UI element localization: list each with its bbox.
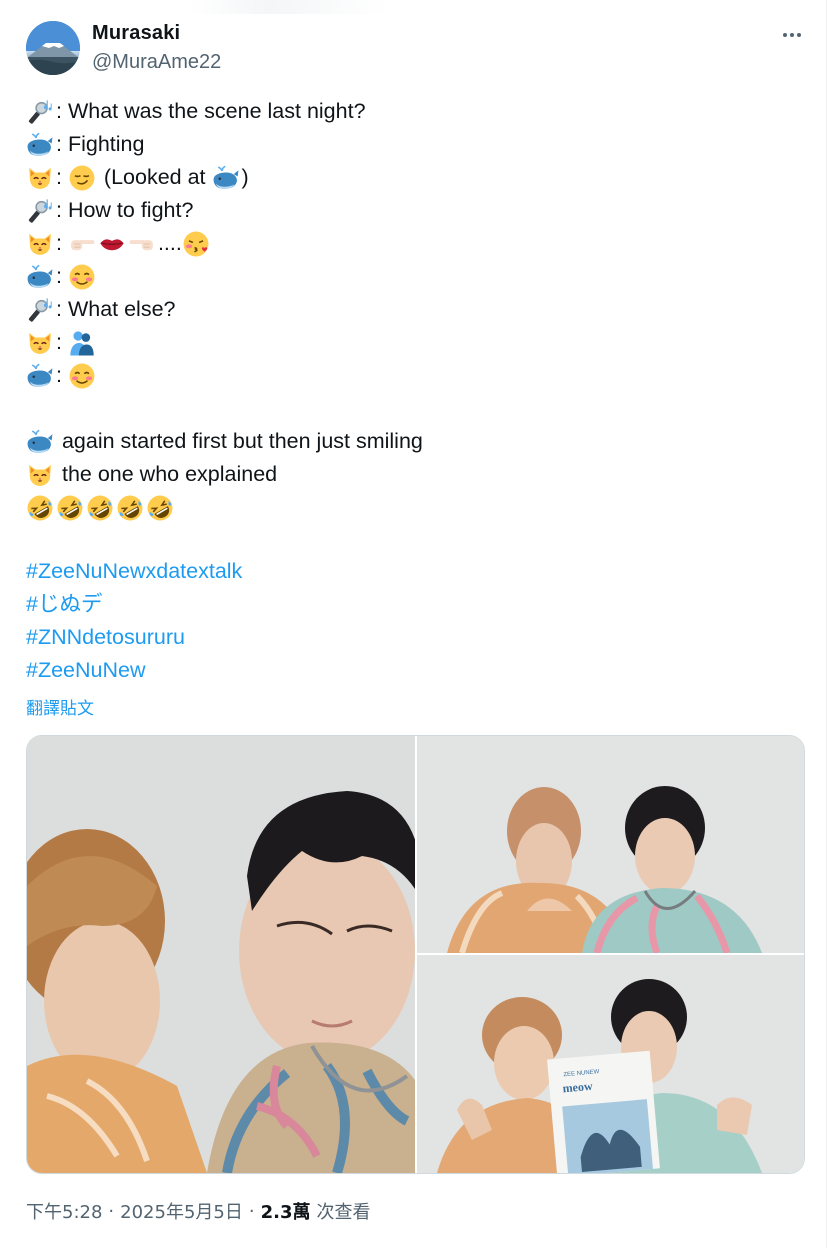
smiling-blush-icon — [68, 263, 96, 291]
cat-face-icon — [26, 461, 54, 489]
photo-1[interactable] — [27, 736, 415, 1173]
microphone-music-icon — [26, 296, 54, 324]
hashtag-link[interactable]: #ZNNdetosururu — [26, 621, 185, 654]
hugging-people-icon — [68, 329, 96, 357]
photo-3-image: ZEE NUNEW meow — [417, 955, 804, 1173]
tweet-line: : How to fight? — [26, 194, 806, 227]
more-options-button[interactable] — [776, 24, 808, 46]
author-avatar[interactable] — [26, 21, 80, 75]
whale-icon — [212, 164, 240, 192]
tweet-line: the one who explained — [26, 458, 806, 491]
tweet-line — [26, 491, 806, 524]
rofl-icon — [146, 494, 174, 522]
tweet-line: : — [26, 359, 806, 392]
tweet-line: #ZNNdetosururu — [26, 621, 806, 654]
smirk-face-icon — [68, 164, 96, 192]
tweet-line: : .... — [26, 227, 806, 260]
kissing-face-icon — [182, 230, 210, 258]
meta-separator: · — [248, 1200, 255, 1222]
whale-icon — [26, 362, 54, 390]
card-title: meow — [562, 1079, 593, 1096]
translate-post-link[interactable]: 翻譯貼文 — [26, 694, 94, 719]
tweet-text: : What was the scene last night? : Fight… — [26, 95, 806, 687]
tweet-line: : — [26, 260, 806, 293]
post-time[interactable]: 下午5:28 — [26, 1198, 102, 1224]
rofl-icon — [56, 494, 84, 522]
whale-icon — [26, 428, 54, 456]
media-grid: ZEE NUNEW meow — [26, 735, 805, 1174]
microphone-music-icon — [26, 98, 54, 126]
mount-fuji-icon — [26, 21, 80, 75]
column-divider — [826, 0, 827, 1248]
tweet-line: : What was the scene last night? — [26, 95, 806, 128]
cat-face-icon — [26, 329, 54, 357]
photo-2-image — [417, 736, 804, 953]
lips-icon — [98, 230, 126, 258]
microphone-music-icon — [26, 197, 54, 225]
tweet-line: #ZeeNuNewxdatextalk — [26, 555, 806, 588]
tweet-line: #じぬデ — [26, 588, 806, 621]
rofl-icon — [116, 494, 144, 522]
hashtag-link[interactable]: #じぬデ — [26, 588, 102, 621]
views-label: 次查看 — [316, 1202, 371, 1223]
tweet-line: : What else? — [26, 293, 806, 326]
author-display-name[interactable]: Murasaki — [92, 22, 180, 45]
views-count: 2.3萬 — [260, 1202, 311, 1223]
post-meta: 下午5:28 · 2025年5月5日 · 2.3萬 次查看 — [26, 1198, 371, 1224]
photo-3[interactable]: ZEE NUNEW meow — [417, 955, 804, 1173]
whale-icon — [26, 131, 54, 159]
cat-face-icon — [26, 230, 54, 258]
tweet-line: : — [26, 326, 806, 359]
hashtag-link[interactable]: #ZeeNuNewxdatextalk — [26, 555, 242, 588]
whale-icon — [26, 263, 54, 291]
author-handle[interactable]: @MuraAme22 — [92, 51, 221, 74]
tweet-line: #ZeeNuNew — [26, 654, 806, 687]
pointing-right-icon — [68, 230, 96, 258]
post-date[interactable]: 2025年5月5日 — [120, 1198, 243, 1224]
rofl-icon — [26, 494, 54, 522]
meta-separator: · — [108, 1200, 115, 1222]
top-fade — [190, 0, 390, 14]
tweet-line: : (Looked at ) — [26, 161, 806, 194]
photo-card: ZEE NUNEW meow — [547, 1050, 660, 1173]
pointing-left-icon — [128, 230, 156, 258]
tweet-line: again started first but then just smilin… — [26, 425, 806, 458]
cat-face-icon — [26, 164, 54, 192]
photo-2[interactable] — [417, 736, 804, 953]
photo-1-image — [27, 736, 415, 1173]
rofl-icon — [86, 494, 114, 522]
hashtag-link[interactable]: #ZeeNuNew — [26, 654, 146, 687]
tweet-line: : Fighting — [26, 128, 806, 161]
more-dots-icon — [783, 33, 787, 37]
smiling-blush-icon — [68, 362, 96, 390]
